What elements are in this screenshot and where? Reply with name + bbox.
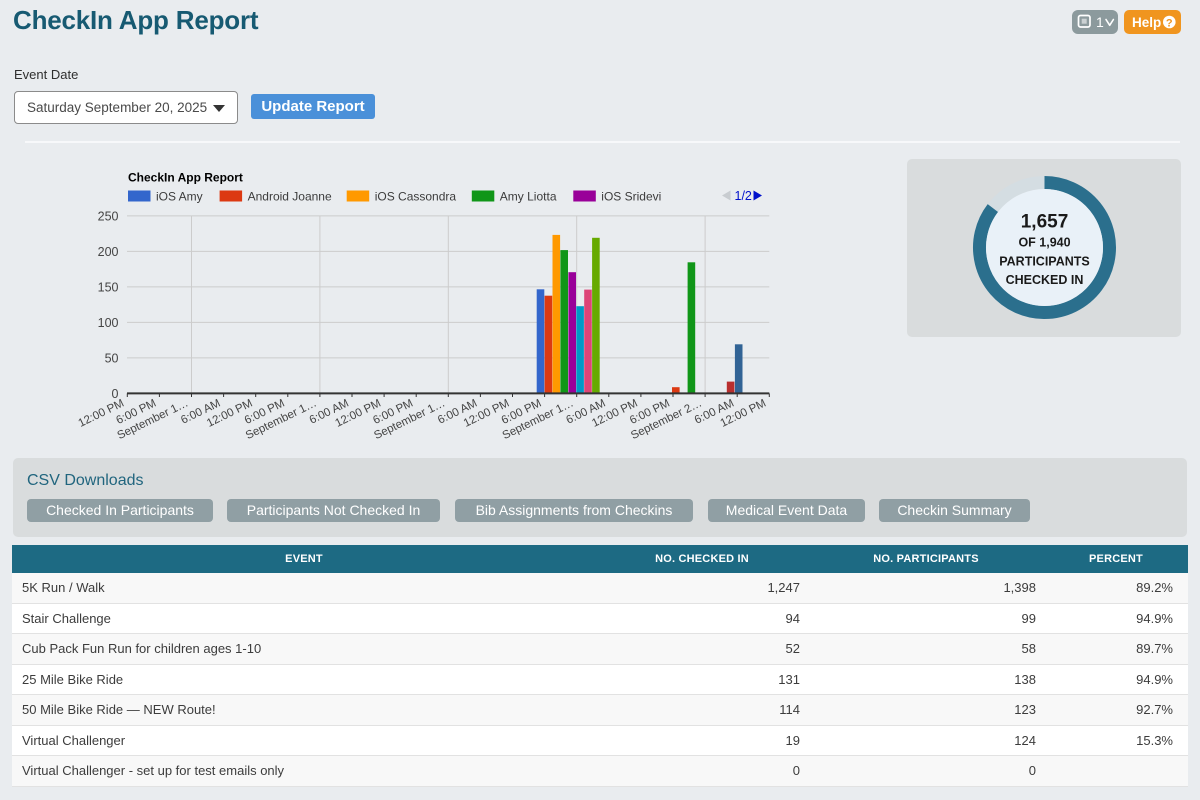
svg-text:100: 100 (98, 316, 119, 330)
svg-text:Amy Liotta: Amy Liotta (500, 190, 557, 204)
svg-text:OF 1,940: OF 1,940 (1018, 236, 1070, 250)
svg-text:150: 150 (98, 280, 119, 294)
svg-text:200: 200 (98, 245, 119, 259)
svg-text:Android Joanne: Android Joanne (248, 190, 332, 204)
svg-text:CheckIn App Report: CheckIn App Report (128, 171, 243, 185)
svg-text:50: 50 (105, 351, 119, 365)
svg-text:?: ? (1166, 17, 1173, 29)
svg-text:iOS Amy: iOS Amy (156, 190, 203, 204)
svg-text:1,657: 1,657 (1021, 212, 1069, 233)
svg-text:iOS Sridevi: iOS Sridevi (601, 190, 661, 204)
svg-text:1/2: 1/2 (735, 189, 752, 203)
svg-text:CHECKED IN: CHECKED IN (1006, 273, 1084, 287)
svg-text:iOS Cassondra: iOS Cassondra (375, 190, 457, 204)
svg-text:Help: Help (1132, 15, 1161, 30)
svg-text:1: 1 (1096, 14, 1104, 30)
svg-text:PARTICIPANTS: PARTICIPANTS (999, 255, 1090, 269)
svg-text:250: 250 (98, 209, 119, 223)
